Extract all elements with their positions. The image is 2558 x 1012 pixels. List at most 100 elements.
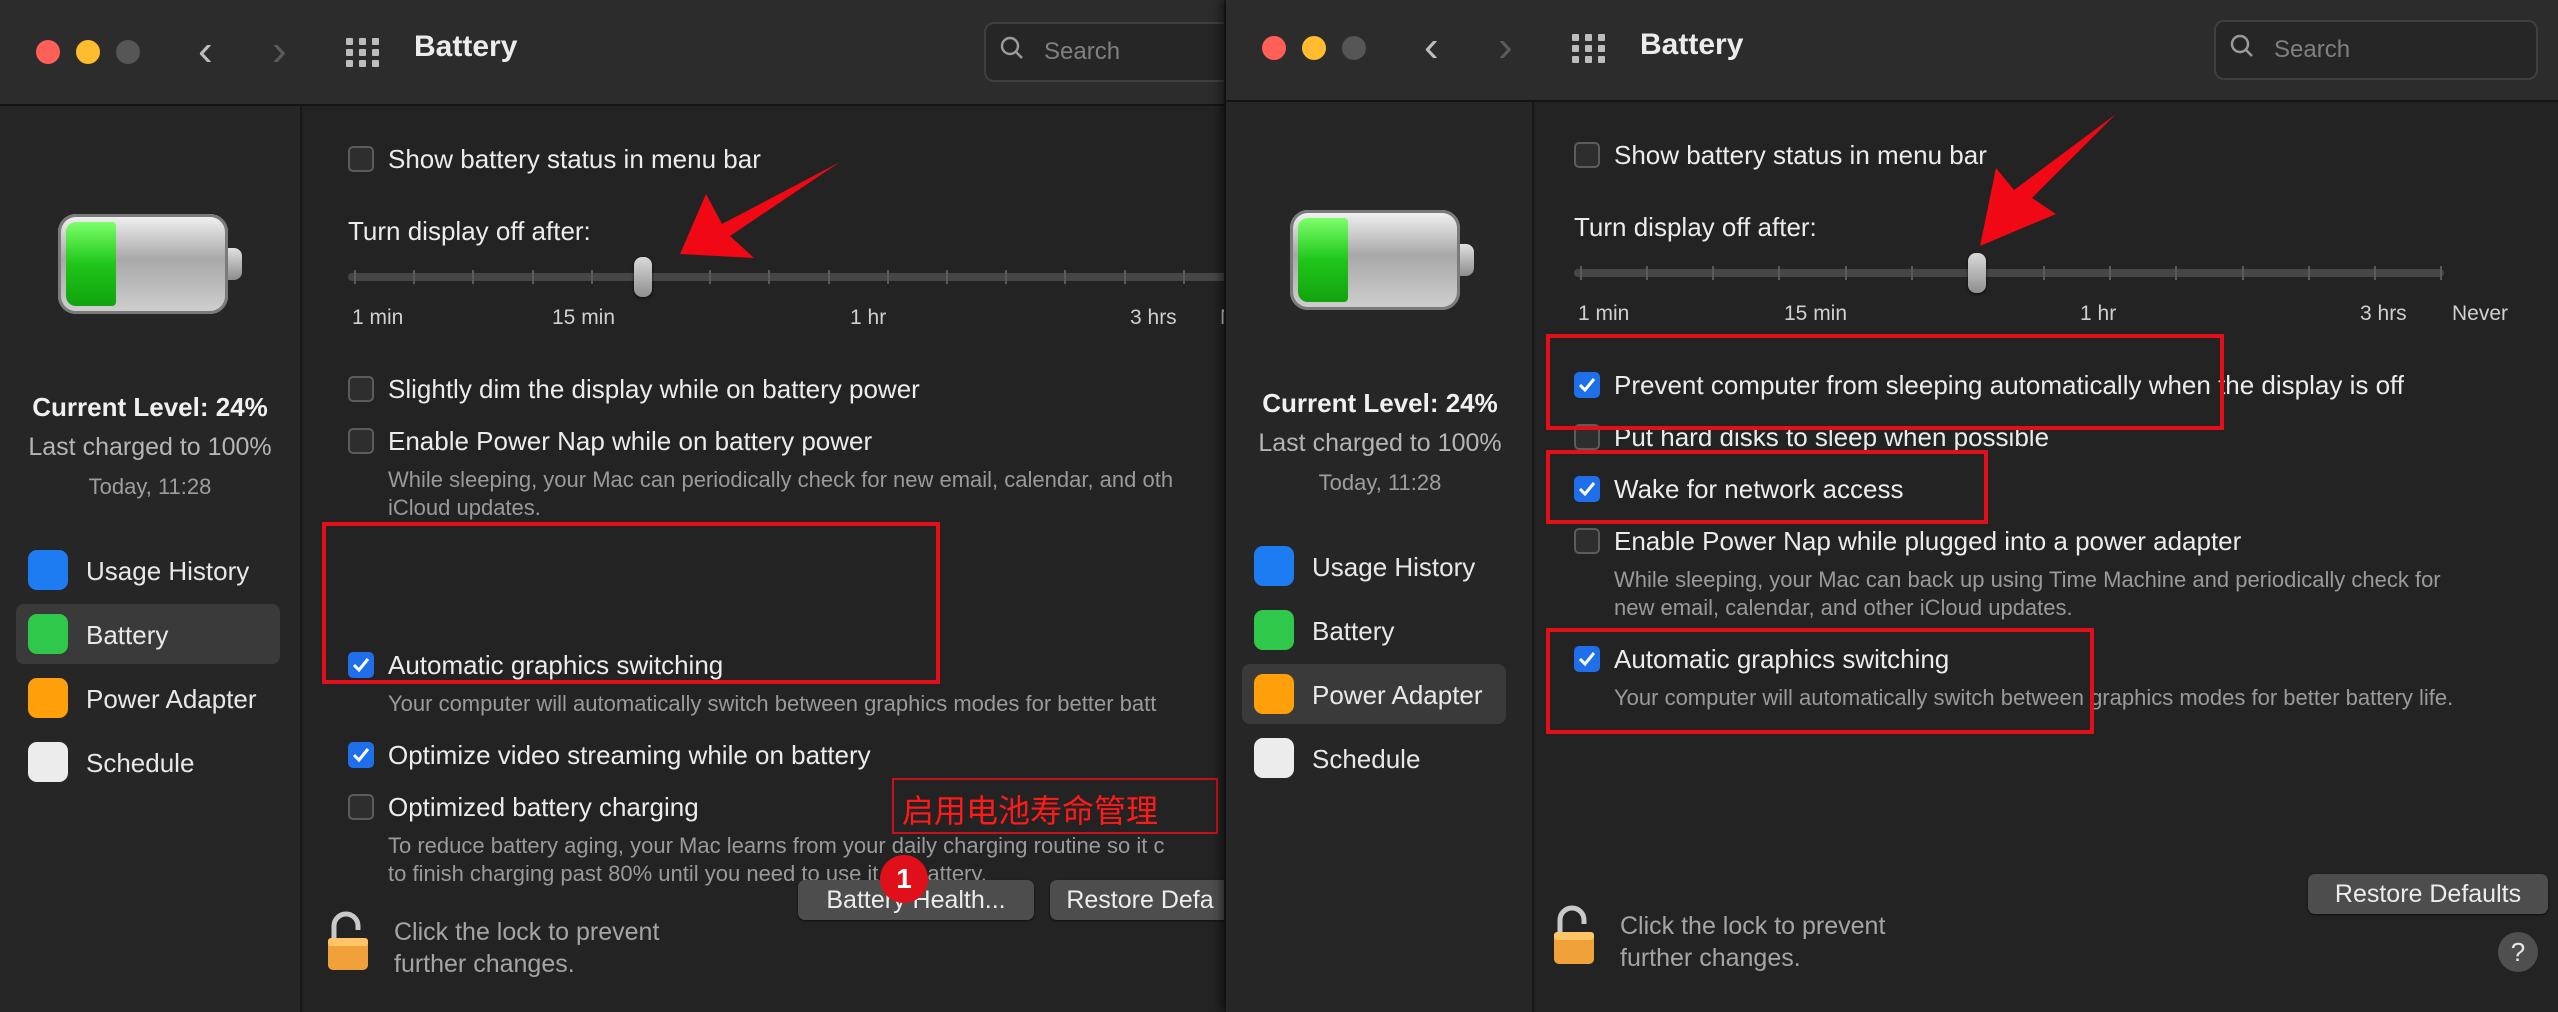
sidebar-item-schedule[interactable]: Schedule bbox=[1242, 728, 1506, 788]
power-nap-adapter-label: Enable Power Nap while plugged into a po… bbox=[1614, 526, 2242, 556]
tick-label-1hr: 1 hr bbox=[850, 306, 887, 329]
sidebar-item-label: Battery bbox=[86, 620, 169, 650]
search-placeholder: Search bbox=[2274, 36, 2351, 63]
zoom-button[interactable] bbox=[116, 40, 140, 64]
sidebar-item-label: Battery bbox=[1312, 616, 1395, 646]
window-title: Battery bbox=[1640, 28, 1744, 61]
sidebar-item-label: Power Adapter bbox=[86, 684, 257, 714]
sidebar-item-power-adapter[interactable]: Power Adapter bbox=[16, 668, 280, 728]
optimize-video-checkbox[interactable] bbox=[348, 742, 374, 768]
show-all-grid-icon[interactable] bbox=[1572, 34, 1610, 64]
back-chevron-icon[interactable]: ‹ bbox=[198, 26, 213, 76]
slider-tick bbox=[709, 270, 712, 284]
slider-tick bbox=[413, 270, 416, 284]
sidebar-item-usage-history[interactable]: Usage History bbox=[1242, 536, 1506, 596]
slider-tick bbox=[2175, 266, 2178, 280]
last-charged: Last charged to 100% bbox=[1258, 429, 1502, 457]
sidebar-item-schedule[interactable]: Schedule bbox=[16, 732, 280, 792]
step-badge: 1 bbox=[880, 855, 928, 903]
sidebar-item-label: Usage History bbox=[1312, 552, 1476, 582]
slider-tick bbox=[1844, 266, 1847, 280]
red-arrow-icon bbox=[1980, 114, 2116, 246]
slider-tick bbox=[590, 270, 593, 284]
slider-track bbox=[348, 273, 1224, 281]
zoom-button[interactable] bbox=[1342, 36, 1366, 60]
window-title: Battery bbox=[414, 30, 518, 63]
lightning-icon bbox=[28, 678, 68, 718]
restore-defaults-button[interactable]: Restore Defaults bbox=[2308, 874, 2548, 914]
help-button[interactable]: ? bbox=[2498, 932, 2538, 972]
sidebar-item-power-adapter[interactable]: Power Adapter bbox=[1242, 664, 1506, 724]
unlocked-padlock-icon[interactable] bbox=[1552, 904, 1596, 966]
slider-tick bbox=[1005, 270, 1008, 284]
close-button[interactable] bbox=[1262, 36, 1286, 60]
sidebar-item-label: Schedule bbox=[1312, 744, 1421, 774]
minimize-button[interactable] bbox=[1302, 36, 1326, 60]
red-arrow-icon bbox=[680, 162, 840, 258]
sidebar-item-battery[interactable]: Battery bbox=[16, 604, 280, 664]
search-field[interactable]: Search bbox=[2214, 20, 2538, 80]
search-field[interactable]: Search bbox=[984, 22, 1224, 82]
power-nap-checkbox[interactable] bbox=[348, 428, 374, 454]
calendar-icon bbox=[28, 742, 68, 782]
power-nap-adapter-checkbox[interactable] bbox=[1574, 528, 1600, 554]
forward-chevron-icon[interactable]: › bbox=[1498, 22, 1513, 72]
power-nap-desc-line1: While sleeping, your Mac can back up usi… bbox=[1614, 567, 2441, 592]
slider-tick bbox=[2109, 266, 2112, 280]
dim-display-label: Slightly dim the display while on batter… bbox=[388, 374, 920, 404]
highlight-box-graphics bbox=[1546, 628, 2094, 734]
back-chevron-icon[interactable]: ‹ bbox=[1424, 22, 1439, 72]
calendar-icon bbox=[1254, 738, 1294, 778]
sidebar-item-usage-history[interactable]: Usage History bbox=[16, 540, 280, 600]
tick-label-1hr: 1 hr bbox=[2080, 302, 2117, 325]
tick-label-never: Never bbox=[2452, 302, 2509, 325]
slider-tick bbox=[1064, 270, 1067, 284]
restore-defaults-button[interactable]: Restore Defa bbox=[1050, 880, 1224, 920]
highlight-box-wake-network bbox=[1546, 450, 1988, 524]
power-nap-description: While sleeping, your Mac can periodicall… bbox=[388, 466, 1173, 522]
search-icon bbox=[2230, 34, 2253, 57]
current-level: Current Level: 24% bbox=[1262, 388, 1498, 418]
lock-message-line1: Click the lock to prevent bbox=[1620, 912, 1886, 940]
bar-chart-icon bbox=[1254, 546, 1294, 586]
graphics-switching-description: Your computer will automatically switch … bbox=[388, 691, 1157, 716]
slider-tick bbox=[531, 270, 534, 284]
sidebar-item-label: Usage History bbox=[86, 556, 250, 586]
slider-tick bbox=[1182, 270, 1185, 284]
annotation-note: 启用电池寿命管理 bbox=[902, 792, 1159, 830]
search-icon bbox=[1000, 36, 1023, 59]
slider-tick bbox=[2307, 266, 2310, 280]
sidebar-item-battery[interactable]: Battery bbox=[1242, 600, 1506, 660]
show-status-checkbox[interactable] bbox=[348, 146, 374, 172]
slider-thumb[interactable] bbox=[1968, 253, 1986, 293]
battery-preferences-window-left: ‹ › Battery Search Current Level: 24% La… bbox=[0, 0, 1224, 1012]
tick-label-1min: 1 min bbox=[352, 306, 404, 329]
battery-level-icon bbox=[1290, 210, 1474, 310]
optimized-desc-line2: to finish charging past 80% until you ne… bbox=[388, 861, 987, 886]
title-bar: ‹ › Battery Search bbox=[0, 0, 1224, 106]
minimize-button[interactable] bbox=[76, 40, 100, 64]
lightning-icon bbox=[1254, 674, 1294, 714]
dim-display-checkbox[interactable] bbox=[348, 376, 374, 402]
battery-icon bbox=[28, 614, 68, 654]
optimized-charging-checkbox[interactable] bbox=[348, 794, 374, 820]
show-all-grid-icon[interactable] bbox=[346, 38, 384, 68]
slider-thumb[interactable] bbox=[634, 257, 652, 297]
tick-label-15min: 15 min bbox=[1784, 302, 1848, 325]
optimize-video-label: Optimize video streaming while on batter… bbox=[388, 740, 871, 770]
sidebar-item-label: Power Adapter bbox=[1312, 680, 1483, 710]
show-status-checkbox[interactable] bbox=[1574, 142, 1600, 168]
sidebar: Current Level: 24% Last charged to 100% … bbox=[0, 106, 302, 1012]
unlocked-padlock-icon[interactable] bbox=[326, 910, 370, 972]
battery-level-info: Current Level: 24% Last charged to 100% … bbox=[1230, 388, 1530, 496]
highlight-box-graphics-video bbox=[322, 522, 940, 684]
lock-message: Click the lock to prevent further change… bbox=[394, 916, 659, 980]
show-status-label: Show battery status in menu bar bbox=[1614, 140, 1987, 170]
turn-display-off-label: Turn display off after: bbox=[348, 216, 591, 246]
close-button[interactable] bbox=[36, 40, 60, 64]
lock-message-line2: further changes. bbox=[394, 950, 575, 978]
slider-tick bbox=[886, 270, 889, 284]
tick-label-3hrs: 3 hrs bbox=[1130, 306, 1177, 329]
forward-chevron-icon[interactable]: › bbox=[272, 26, 287, 76]
slider-tick bbox=[2440, 266, 2442, 280]
